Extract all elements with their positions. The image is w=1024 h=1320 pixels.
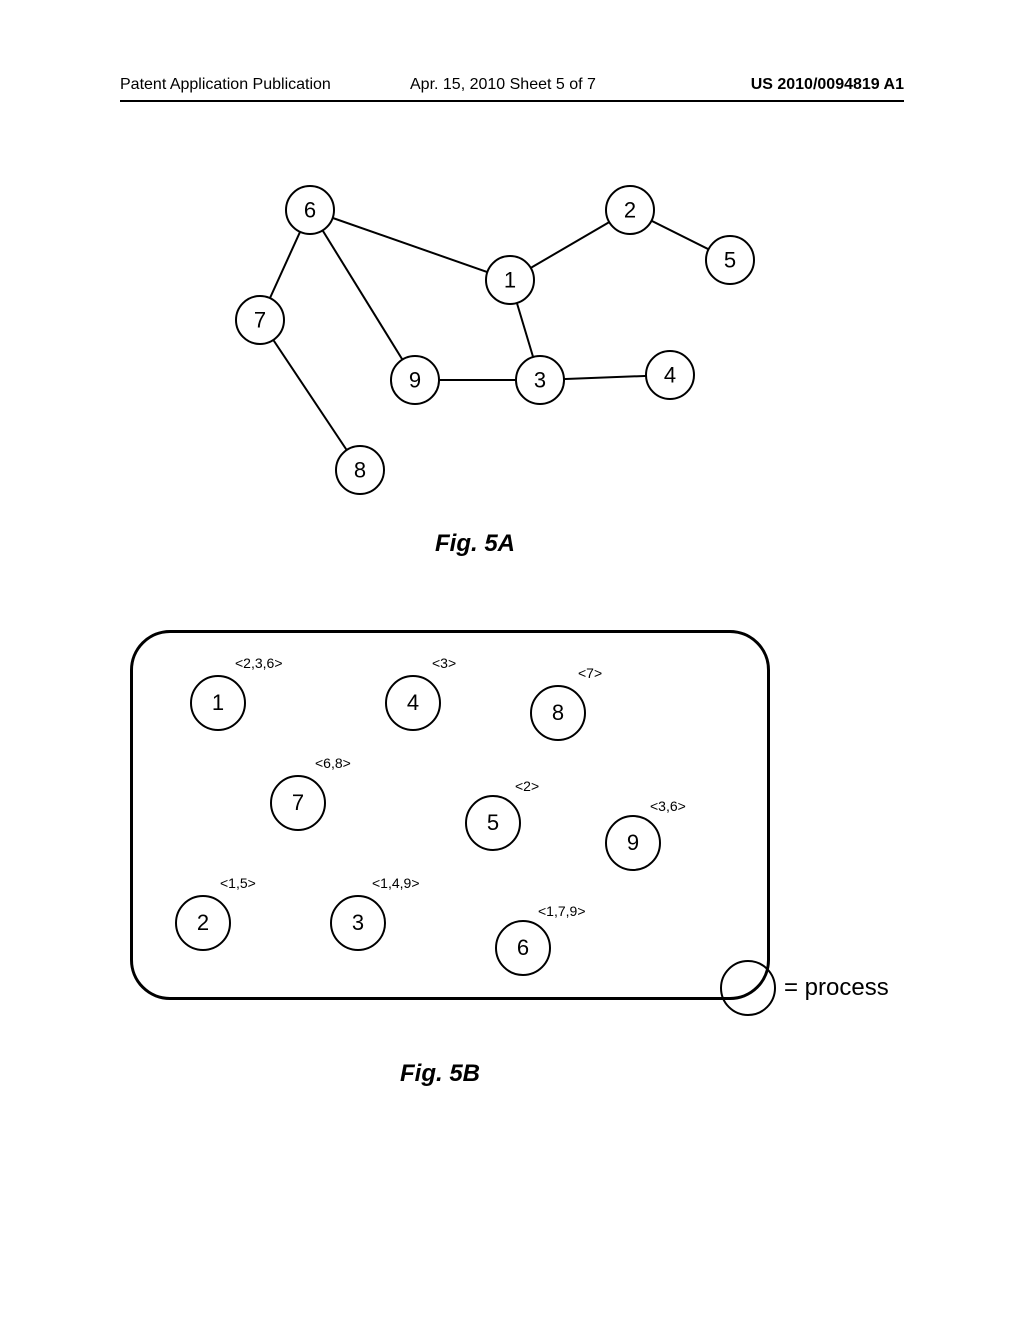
process-label-9: <3,6>	[650, 798, 686, 814]
process-node-2: 2	[175, 895, 231, 951]
fig5b-caption: Fig. 5B	[400, 1060, 480, 1088]
edge-6-9	[310, 210, 415, 380]
node-4: 4	[646, 351, 694, 399]
svg-text:5: 5	[724, 248, 736, 273]
svg-text:8: 8	[354, 458, 366, 483]
process-label-4: <3>	[432, 655, 456, 671]
svg-text:6: 6	[304, 198, 316, 223]
header-center: Apr. 15, 2010 Sheet 5 of 7	[410, 76, 596, 94]
process-node-6: 6	[495, 920, 551, 976]
process-node-9: 9	[605, 815, 661, 871]
node-7: 7	[236, 296, 284, 344]
node-8: 8	[336, 446, 384, 494]
edge-6-1	[310, 210, 510, 280]
process-label-6: <1,7,9>	[538, 903, 586, 919]
node-6: 6	[286, 186, 334, 234]
svg-text:3: 3	[534, 368, 546, 393]
process-label-7: <6,8>	[315, 755, 351, 771]
header-left: Patent Application Publication	[120, 76, 331, 94]
node-9: 9	[391, 356, 439, 404]
legend-text: = process	[784, 974, 889, 1002]
process-node-3: 3	[330, 895, 386, 951]
edge-7-8	[260, 320, 360, 470]
legend-circle-icon	[720, 960, 776, 1016]
process-label-5: <2>	[515, 778, 539, 794]
header-rule	[120, 100, 904, 102]
node-1: 1	[486, 256, 534, 304]
page-header: Patent Application Publication Apr. 15, …	[0, 76, 1024, 102]
node-3: 3	[516, 356, 564, 404]
svg-text:9: 9	[409, 368, 421, 393]
header-right: US 2010/0094819 A1	[751, 76, 904, 94]
svg-text:1: 1	[504, 268, 516, 293]
svg-text:7: 7	[254, 308, 266, 333]
process-node-4: 4	[385, 675, 441, 731]
svg-text:2: 2	[624, 198, 636, 223]
process-label-1: <2,3,6>	[235, 655, 283, 671]
process-node-8: 8	[530, 685, 586, 741]
process-node-5: 5	[465, 795, 521, 851]
svg-text:4: 4	[664, 363, 676, 388]
node-2: 2	[606, 186, 654, 234]
fig5a-caption: Fig. 5A	[435, 530, 515, 558]
process-node-1: 1	[190, 675, 246, 731]
process-node-7: 7	[270, 775, 326, 831]
process-label-8: <7>	[578, 665, 602, 681]
process-label-3: <1,4,9>	[372, 875, 420, 891]
legend: = process	[720, 960, 889, 1016]
fig5a-graph: 6 2 5 1 7 9 3 4 8	[200, 170, 800, 510]
process-label-2: <1,5>	[220, 875, 256, 891]
node-5: 5	[706, 236, 754, 284]
